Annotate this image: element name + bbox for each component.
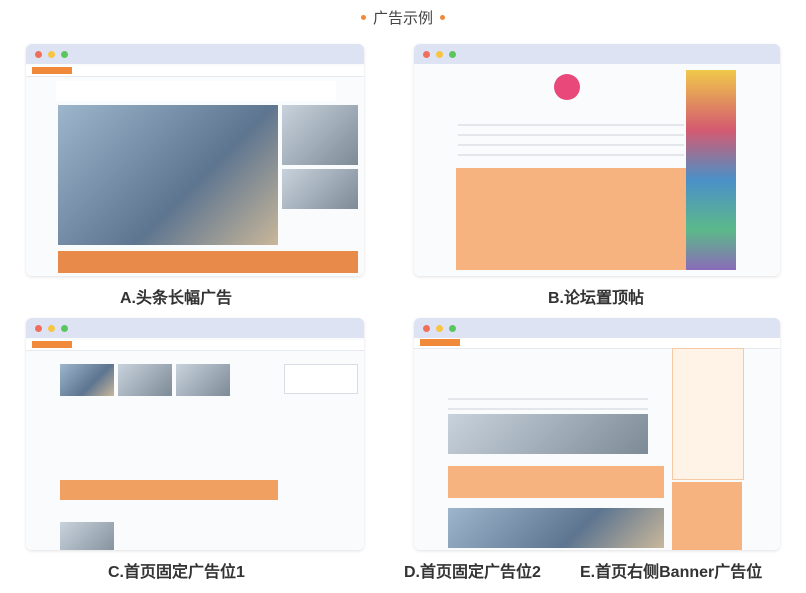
news-photo-4 bbox=[60, 522, 114, 550]
minimize-dot-icon bbox=[48, 324, 55, 332]
news-photo-2 bbox=[118, 364, 172, 396]
close-dot-icon bbox=[423, 324, 430, 332]
window-titlebar bbox=[26, 318, 364, 338]
category-icons bbox=[56, 81, 336, 101]
pinned-posts bbox=[456, 168, 702, 270]
site-logo bbox=[32, 67, 72, 74]
fixed-ad-1 bbox=[60, 480, 278, 500]
site-nav bbox=[26, 66, 364, 77]
example-window-de bbox=[414, 318, 780, 550]
headline-photo bbox=[58, 105, 278, 245]
fixed-ad-2 bbox=[448, 466, 664, 498]
minimize-dot-icon bbox=[48, 50, 55, 58]
window-titlebar bbox=[414, 44, 780, 64]
screenshot-c bbox=[26, 338, 364, 550]
title-right-dot bbox=[440, 14, 445, 20]
window-titlebar bbox=[26, 44, 364, 64]
example-window-c bbox=[26, 318, 364, 550]
site-logo bbox=[420, 339, 460, 346]
caption-b: B.论坛置顶帖 bbox=[548, 290, 645, 307]
caption-c: C.首页固定广告位1 bbox=[108, 564, 245, 581]
section-title-text: 广告示例 bbox=[372, 8, 433, 27]
maximize-dot-icon bbox=[449, 50, 456, 58]
caption-d: D.首页固定广告位2 bbox=[404, 564, 541, 581]
screenshot-de bbox=[414, 338, 780, 550]
side-photo-2 bbox=[282, 169, 358, 209]
close-dot-icon bbox=[35, 324, 42, 332]
news-photo-1 bbox=[60, 364, 114, 396]
right-banner-ad bbox=[672, 482, 742, 550]
example-window-b bbox=[414, 44, 780, 276]
right-list bbox=[672, 348, 744, 480]
screenshot-a bbox=[26, 64, 364, 276]
close-dot-icon bbox=[423, 50, 430, 58]
side-photo bbox=[282, 105, 358, 165]
side-banners bbox=[686, 70, 736, 270]
news-photo-3 bbox=[176, 364, 230, 396]
maximize-dot-icon bbox=[61, 50, 68, 58]
minimize-dot-icon bbox=[436, 50, 443, 58]
forum-avatar bbox=[554, 74, 580, 100]
minimize-dot-icon bbox=[436, 324, 443, 332]
section-title: 广告示例 bbox=[0, 7, 806, 27]
screenshot-b bbox=[414, 64, 780, 276]
news-photo-strip bbox=[448, 508, 664, 548]
title-left-dot bbox=[360, 14, 366, 20]
maximize-dot-icon bbox=[449, 324, 456, 332]
site-nav bbox=[26, 340, 364, 351]
stock-chart bbox=[284, 364, 358, 394]
news-image bbox=[448, 414, 648, 454]
caption-a: A.头条长幅广告 bbox=[120, 290, 233, 307]
maximize-dot-icon bbox=[61, 324, 68, 332]
close-dot-icon bbox=[35, 50, 42, 58]
example-window-a bbox=[26, 44, 364, 276]
caption-e: E.首页右侧Banner广告位 bbox=[580, 564, 763, 581]
banner-ad bbox=[58, 251, 358, 273]
site-logo bbox=[32, 341, 72, 348]
window-titlebar bbox=[414, 318, 780, 338]
